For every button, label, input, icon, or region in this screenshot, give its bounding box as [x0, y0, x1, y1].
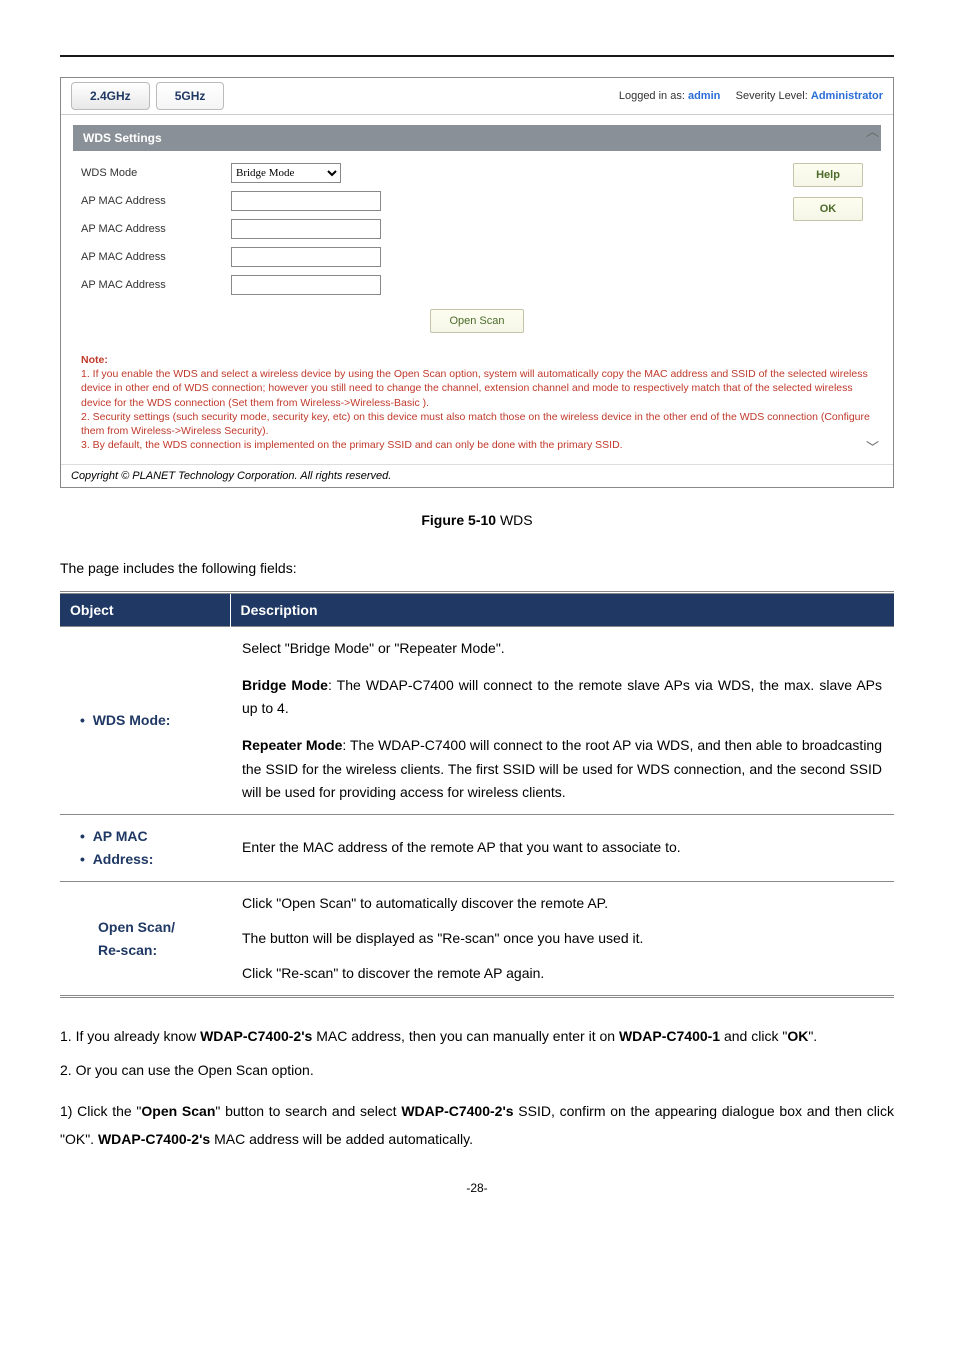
severity-value: Administrator: [811, 90, 883, 102]
table-row: • WDS Mode: Select "Bridge Mode" or "Rep…: [60, 627, 894, 815]
scroll-up-icon[interactable]: ︿: [866, 121, 879, 140]
wds-mode-label: WDS Mode: [81, 167, 231, 179]
ap-mac-label-1: AP MAC Address: [81, 195, 231, 207]
ap-mac-label-2: AP MAC Address: [81, 223, 231, 235]
severity-label: Severity Level:: [736, 90, 808, 102]
body-p1: 1. If you already know WDAP-C7400-2's MA…: [60, 1022, 894, 1050]
page-number: -28-: [60, 1181, 894, 1195]
screenshot-header: 2.4GHz 5GHz Logged in as: admin Severity…: [61, 78, 893, 115]
note-line-1: 1. If you enable the WDS and select a wi…: [81, 368, 868, 408]
cell-open-scan: Open Scan/ Re-scan:: [60, 881, 230, 996]
copyright-text: Copyright © PLANET Technology Corporatio…: [61, 464, 893, 487]
intro-text: The page includes the following fields:: [60, 558, 894, 579]
ap-mac-input-1[interactable]: [231, 191, 381, 211]
note-line-3: 3. By default, the WDS connection is imp…: [81, 439, 623, 451]
logged-in-label: Logged in as:: [619, 90, 685, 102]
note-line-2: 2. Security settings (such security mode…: [81, 411, 870, 437]
login-info: Logged in as: admin Severity Level: Admi…: [619, 90, 883, 102]
ap-mac-input-4[interactable]: [231, 275, 381, 295]
table-header-object: Object: [60, 593, 230, 627]
table-row: Open Scan/ Re-scan: Click "Open Scan" to…: [60, 881, 894, 996]
table-header-description: Description: [230, 593, 894, 627]
wds-settings-screenshot: 2.4GHz 5GHz Logged in as: admin Severity…: [60, 77, 894, 488]
ap-mac-input-3[interactable]: [231, 247, 381, 267]
note-block: Note: 1. If you enable the WDS and selec…: [73, 353, 881, 458]
object-description-table: Object Description • WDS Mode: Select "B…: [60, 591, 894, 998]
ap-mac-label-3: AP MAC Address: [81, 251, 231, 263]
ap-mac-input-2[interactable]: [231, 219, 381, 239]
cell-ap-mac: • AP MAC • Address:: [60, 814, 230, 881]
ok-button[interactable]: OK: [793, 197, 863, 221]
figure-caption: Figure 5-10 WDS: [60, 512, 894, 528]
body-p3: 1) Click the "Open Scan" button to searc…: [60, 1097, 894, 1153]
help-button[interactable]: Help: [793, 163, 863, 187]
wds-mode-select[interactable]: Bridge Mode: [231, 163, 341, 183]
tab-5ghz[interactable]: 5GHz: [156, 82, 225, 110]
note-title: Note:: [81, 354, 108, 366]
cell-ap-mac-desc: Enter the MAC address of the remote AP t…: [230, 814, 894, 881]
cell-wds-mode: • WDS Mode:: [60, 627, 230, 815]
tab-2-4ghz[interactable]: 2.4GHz: [71, 82, 150, 110]
cell-wds-mode-desc: Select "Bridge Mode" or "Repeater Mode".…: [230, 627, 894, 815]
section-title-bar: WDS Settings: [73, 125, 881, 151]
logged-in-user: admin: [688, 90, 720, 102]
cell-open-scan-desc: Click "Open Scan" to automatically disco…: [230, 881, 894, 996]
scroll-down-icon[interactable]: ﹀: [866, 437, 879, 456]
table-row: • AP MAC • Address: Enter the MAC addres…: [60, 814, 894, 881]
open-scan-button[interactable]: Open Scan: [430, 309, 523, 333]
body-p2: 2. Or you can use the Open Scan option.: [60, 1058, 894, 1083]
ap-mac-label-4: AP MAC Address: [81, 279, 231, 291]
